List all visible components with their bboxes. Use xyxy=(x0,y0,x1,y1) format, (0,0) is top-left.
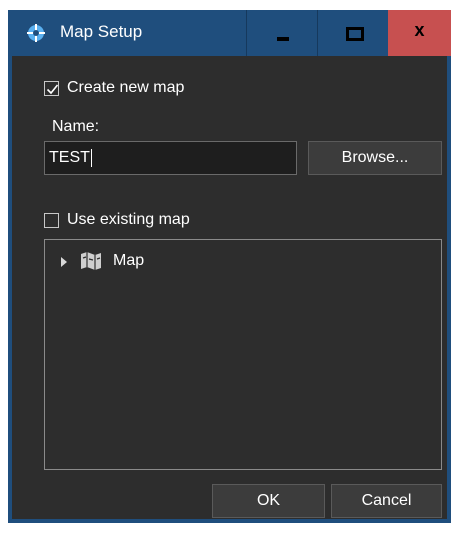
name-input[interactable]: TEST xyxy=(44,141,297,175)
create-new-map-label[interactable]: Create new map xyxy=(67,79,184,97)
ok-button[interactable]: OK xyxy=(212,484,325,518)
maximize-button[interactable] xyxy=(317,10,388,56)
map-setup-window: Map Setup x Create new map Name: TEST Br… xyxy=(8,10,451,523)
tree-item-map[interactable]: Map xyxy=(113,252,144,270)
create-new-map-checkbox[interactable] xyxy=(44,81,59,96)
minimize-icon xyxy=(277,37,289,41)
browse-button[interactable]: Browse... xyxy=(308,141,442,175)
minimize-button[interactable] xyxy=(246,10,317,56)
map-icon xyxy=(81,252,101,270)
name-label: Name: xyxy=(52,118,100,135)
cancel-button[interactable]: Cancel xyxy=(331,484,442,518)
close-icon: x xyxy=(414,20,425,40)
maximize-icon xyxy=(346,27,364,41)
map-tree-view[interactable]: Map xyxy=(44,239,442,470)
use-existing-map-checkbox[interactable] xyxy=(44,213,59,228)
window-title: Map Setup xyxy=(60,22,143,41)
name-input-value: TEST xyxy=(49,149,90,166)
text-caret xyxy=(90,148,92,167)
expand-arrow-icon[interactable] xyxy=(61,257,67,267)
app-crosshair-icon xyxy=(27,24,45,42)
dialog-body: Create new map Name: TEST Browse... Use … xyxy=(12,56,447,519)
use-existing-map-label[interactable]: Use existing map xyxy=(67,211,190,229)
title-bar[interactable]: Map Setup x xyxy=(8,10,451,56)
checkmark-icon xyxy=(46,84,59,95)
close-button[interactable]: x xyxy=(388,10,451,56)
